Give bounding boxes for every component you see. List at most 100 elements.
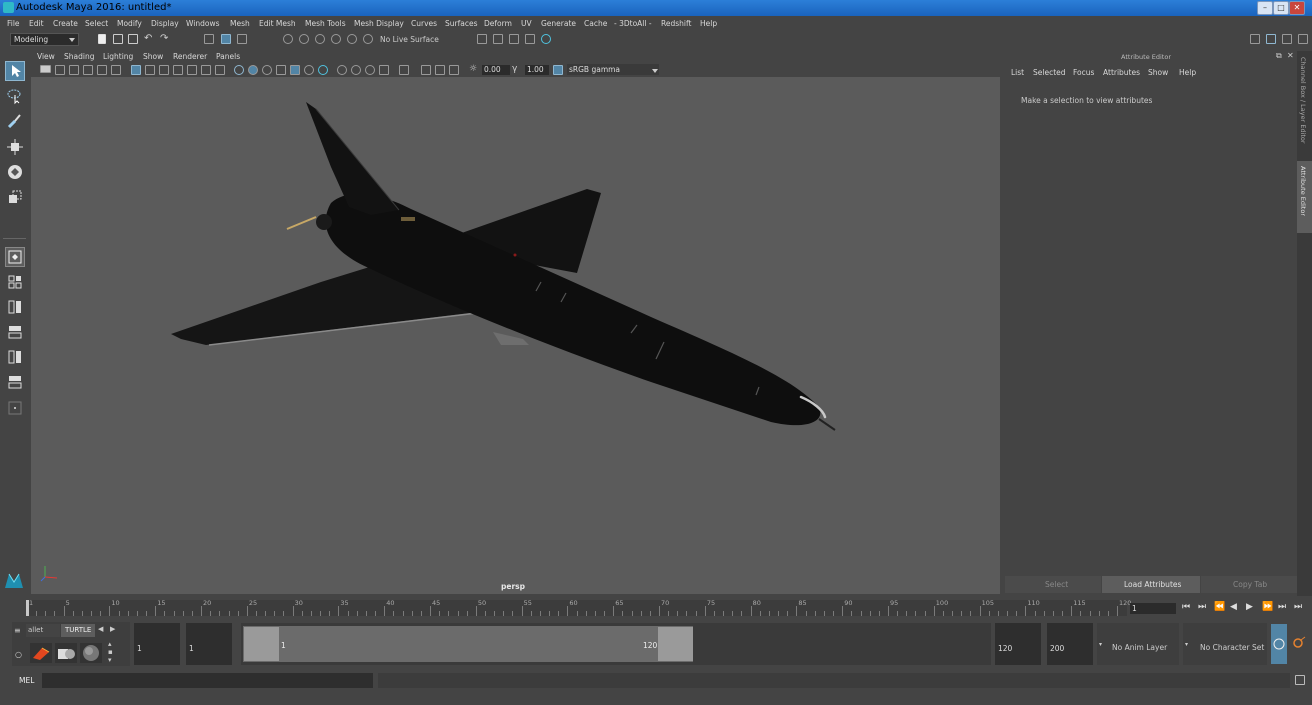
menu-edit[interactable]: Edit xyxy=(29,19,44,28)
menu-deform[interactable]: Deform xyxy=(484,19,512,28)
animation-preferences-icon[interactable] xyxy=(1292,636,1306,650)
playback-start-field[interactable]: 1 xyxy=(186,623,232,665)
select-component-icon[interactable] xyxy=(237,34,247,44)
tab-attribute-editor[interactable]: Attribute Editor xyxy=(1297,161,1312,233)
time-ruler[interactable]: 1 5 10 15 20 25 30 35 40 45 50 55 60 65 70 75 80 85 90 95 10… xyxy=(26,599,1131,616)
shelf-scroll-icon[interactable]: ▴ ▪ ▾ xyxy=(108,640,113,664)
field-chart-icon[interactable] xyxy=(187,65,197,75)
airplane-model[interactable] xyxy=(31,77,1000,594)
rotate-tool-icon[interactable] xyxy=(5,162,25,182)
ipr-render-icon[interactable] xyxy=(493,34,503,44)
render-view-icon[interactable] xyxy=(541,34,551,44)
wireframe-on-shaded-icon[interactable] xyxy=(262,65,272,75)
shelf-next-icon[interactable]: ▶ xyxy=(110,625,115,633)
anim-layer-dropdown[interactable]: ▾ No Anim Layer xyxy=(1097,623,1179,665)
paint-select-tool-icon[interactable] xyxy=(5,111,25,131)
exposure-field[interactable]: 0.00 xyxy=(482,65,510,75)
menu-mesh-display[interactable]: Mesh Display xyxy=(354,19,404,28)
go-to-end-icon[interactable]: ⏭ xyxy=(1294,602,1302,612)
image-plane-icon[interactable] xyxy=(83,65,93,75)
redo-icon[interactable]: ↷ xyxy=(160,33,168,44)
camera-icon[interactable] xyxy=(40,65,51,73)
modeling-toolkit-icon[interactable] xyxy=(1250,34,1260,44)
command-input[interactable] xyxy=(42,673,373,688)
four-view-layout-icon[interactable] xyxy=(5,272,25,292)
script-editor-icon[interactable] xyxy=(1295,675,1305,685)
menu-modify[interactable]: Modify xyxy=(117,19,142,28)
snap-curve-icon[interactable] xyxy=(299,34,309,44)
xray-components-icon[interactable] xyxy=(365,65,375,75)
panel-menu-lighting[interactable]: Lighting xyxy=(103,52,133,61)
playback-end-field[interactable]: 120 xyxy=(995,623,1041,665)
attribute-editor-toggle-icon[interactable] xyxy=(1266,34,1276,44)
play-forwards-icon[interactable]: ▶ xyxy=(1246,602,1253,612)
color-management-icon[interactable] xyxy=(553,65,563,75)
smooth-shade-icon[interactable] xyxy=(248,65,258,75)
menu-help[interactable]: Help xyxy=(700,19,717,28)
tool-settings-icon[interactable] xyxy=(1282,34,1292,44)
float-panel-icon[interactable]: ⧉ xyxy=(1276,51,1282,61)
save-scene-icon[interactable] xyxy=(128,34,138,44)
ae-copy-tab-button[interactable]: Copy Tab xyxy=(1201,576,1297,593)
menu-curves[interactable]: Curves xyxy=(411,19,437,28)
range-slider-start-handle[interactable] xyxy=(244,627,279,661)
tab-channel-box[interactable]: Channel Box / Layer Editor xyxy=(1297,55,1312,155)
step-forward-frame-icon[interactable]: ⏩ xyxy=(1262,602,1273,612)
bookmarks-icon[interactable] xyxy=(69,65,79,75)
range-slider-bar[interactable] xyxy=(243,626,693,662)
xray-icon[interactable] xyxy=(337,65,347,75)
ambient-occlusion-icon[interactable] xyxy=(318,65,328,75)
menu-uv[interactable]: UV xyxy=(521,19,532,28)
two-side-layout-icon[interactable] xyxy=(5,297,25,317)
film-gate-icon[interactable] xyxy=(145,65,155,75)
persp-outliner-layout-icon[interactable] xyxy=(5,322,25,342)
character-set-dropdown[interactable]: ▾ No Character Set xyxy=(1183,623,1267,665)
grid-toggle-icon[interactable] xyxy=(131,65,141,75)
panel-menu-renderer[interactable]: Renderer xyxy=(173,52,207,61)
hypershade-icon[interactable] xyxy=(525,34,535,44)
shelf-tab-allet[interactable]: allet xyxy=(26,624,60,637)
wireframe-icon[interactable] xyxy=(234,65,244,75)
live-surface-field[interactable]: No Live Surface xyxy=(380,35,439,44)
resolution-gate-icon[interactable] xyxy=(159,65,169,75)
channel-box-icon[interactable] xyxy=(1298,34,1308,44)
2d-pan-zoom-icon[interactable] xyxy=(111,65,121,75)
live-surface-icon[interactable] xyxy=(363,34,373,44)
ae-menu-selected[interactable]: Selected xyxy=(1033,68,1066,77)
select-object-icon[interactable] xyxy=(221,34,231,44)
menu-windows[interactable]: Windows xyxy=(186,19,219,28)
hud-icon[interactable] xyxy=(449,65,459,75)
menu-file[interactable]: File xyxy=(7,19,20,28)
panel-menu-shading[interactable]: Shading xyxy=(64,52,94,61)
mesh-tools-logo-icon[interactable] xyxy=(3,570,25,590)
snap-grid-icon[interactable] xyxy=(283,34,293,44)
color-space-dropdown[interactable]: sRGB gamma xyxy=(567,64,659,75)
command-language-toggle[interactable]: MEL xyxy=(19,676,34,685)
ae-menu-attributes[interactable]: Attributes xyxy=(1103,68,1140,77)
maximize-button[interactable]: □ xyxy=(1273,1,1289,15)
frame-selected-icon[interactable] xyxy=(421,65,431,75)
menu-select[interactable]: Select xyxy=(85,19,108,28)
scale-tool-icon[interactable] xyxy=(5,187,25,207)
auto-key-button[interactable] xyxy=(1271,624,1287,664)
panel-menu-view[interactable]: View xyxy=(37,52,55,61)
play-backwards-icon[interactable]: ◀ xyxy=(1230,602,1237,612)
step-back-frame-icon[interactable]: ⏪ xyxy=(1214,602,1225,612)
ae-select-button[interactable]: Select xyxy=(1005,576,1101,593)
snap-surface-icon[interactable] xyxy=(347,34,357,44)
menu-mesh[interactable]: Mesh xyxy=(230,19,250,28)
ae-menu-help[interactable]: Help xyxy=(1179,68,1196,77)
gate-mask-icon[interactable] xyxy=(173,65,183,75)
render-settings-icon[interactable] xyxy=(509,34,519,44)
render-current-frame-icon[interactable] xyxy=(477,34,487,44)
range-slider-end-handle[interactable] xyxy=(658,627,693,661)
shadows-icon[interactable] xyxy=(304,65,314,75)
animation-end-field[interactable]: 200 xyxy=(1047,623,1093,665)
turtle-render-icon[interactable] xyxy=(30,643,52,663)
animation-start-field[interactable]: 1 xyxy=(134,623,180,665)
undo-icon[interactable]: ↶ xyxy=(144,33,152,44)
minimize-button[interactable]: – xyxy=(1257,1,1273,15)
backface-culling-icon[interactable] xyxy=(379,65,389,75)
gamma-field[interactable]: 1.00 xyxy=(525,65,549,75)
safe-action-icon[interactable] xyxy=(201,65,211,75)
